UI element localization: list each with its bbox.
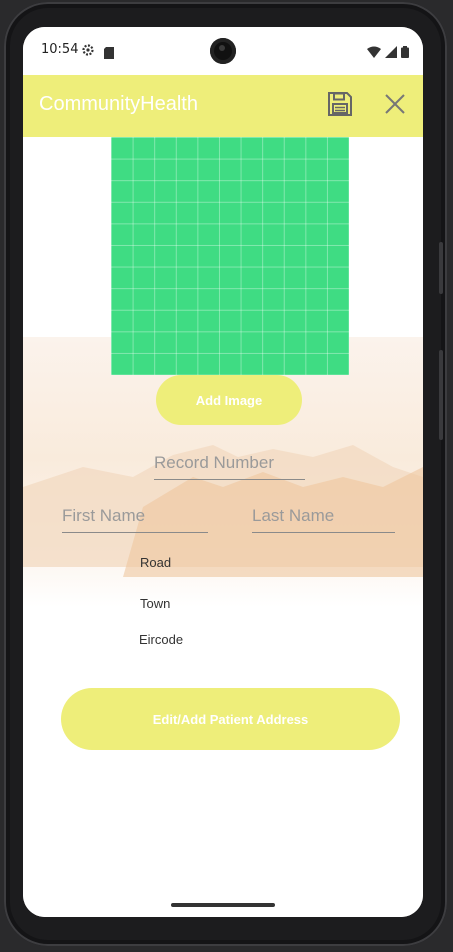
app-bar: CommunityHealth (23, 75, 423, 137)
form-content: Add Image Record Number First Name Last … (23, 137, 423, 917)
edit-address-button[interactable]: Edit/Add Patient Address (61, 688, 400, 750)
patient-image-placeholder[interactable] (111, 137, 349, 375)
close-icon (384, 93, 406, 119)
record-number-field[interactable]: Record Number (154, 453, 305, 480)
close-button[interactable] (378, 89, 412, 123)
app-screen: 10:54 CommunityHealth Add Image Record N… (23, 27, 423, 917)
status-bar: 10:54 (23, 27, 423, 75)
first-name-field[interactable]: First Name (62, 506, 208, 533)
app-title: CommunityHealth (39, 93, 198, 115)
front-camera (210, 38, 236, 64)
volume-button (439, 242, 443, 294)
last-name-field[interactable]: Last Name (252, 506, 395, 533)
signal-icon (385, 43, 397, 62)
status-time: 10:54 (41, 42, 79, 57)
add-image-button[interactable]: Add Image (156, 375, 302, 425)
phone-frame: 10:54 CommunityHealth Add Image Record N… (4, 2, 447, 946)
home-indicator[interactable] (171, 903, 275, 907)
gear-icon (81, 42, 95, 61)
address-eircode: Eircode (139, 632, 184, 647)
save-icon (327, 91, 353, 121)
power-button (439, 350, 443, 440)
status-icons (367, 43, 409, 62)
address-road: Road (140, 555, 172, 570)
sd-card-icon (104, 44, 114, 63)
battery-icon (401, 43, 409, 62)
wifi-icon (367, 43, 381, 62)
save-button[interactable] (323, 89, 357, 123)
address-town: Town (140, 596, 171, 611)
